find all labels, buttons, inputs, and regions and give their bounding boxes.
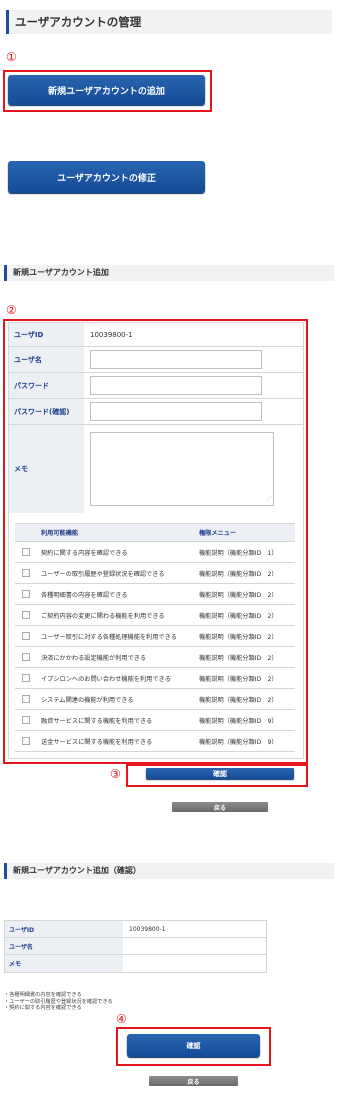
menu-label: 機能説明（機能分類ID 2） — [199, 633, 278, 641]
confirm-row-user-name: ユーザ名 — [5, 938, 266, 955]
confirm-user-id-value: 10039800-1 — [129, 925, 166, 933]
permission-checkbox[interactable] — [22, 548, 30, 556]
function-label: ユーザー取引に対する各種処理機能を利用できる — [41, 633, 177, 641]
password-confirm-row: パスワード(確認) — [9, 399, 303, 425]
function-label: 決済にかかわる設定機能が利用できる — [41, 654, 147, 662]
function-label: 送金サービスに関する機能を利用できる — [41, 738, 153, 746]
permission-checkbox[interactable] — [22, 611, 30, 619]
user-name-label: ユーザ名 — [9, 347, 84, 372]
add-user-form: ユーザID 10039800-1 ユーザ名 パスワード パスワード(確認) メモ… — [8, 322, 304, 759]
function-label: 融資サービスに関する機能を利用できる — [41, 717, 153, 725]
table-row: システム関連の機能が利用できる 機能説明（機能分類ID 2） — [15, 689, 295, 710]
header-permission-menu: 権限メニュー — [199, 530, 237, 537]
confirm-button[interactable]: 確認 — [146, 768, 294, 779]
table-row: 送金サービスに関する機能を利用できる 機能説明（機能分類ID 9） — [15, 731, 295, 752]
memo-label: メモ — [9, 425, 84, 513]
user-id-label: ユーザID — [9, 323, 84, 346]
function-label: ご契約内容の変更に関わる機能を利用できる — [41, 612, 165, 620]
permission-checkbox[interactable] — [22, 737, 30, 745]
resize-grip-icon[interactable]: ⋰ — [265, 496, 271, 503]
table-row: 決済にかかわる設定機能が利用できる 機能説明（機能分類ID 2） — [15, 647, 295, 668]
password-label: パスワード — [9, 373, 84, 398]
selected-function-note: ・各種明細書の内容を確認できる — [4, 992, 82, 998]
function-label: システム関連の機能が利用できる — [41, 696, 134, 704]
function-label: イプシロンへのお問い合わせ機能を利用できる — [41, 675, 171, 683]
confirm-user-name-value — [123, 938, 266, 954]
permission-checkbox[interactable] — [22, 569, 30, 577]
table-row: 契約に関する内容を確認できる 機能説明（機能分類ID 1） — [15, 542, 295, 563]
confirm-user-id-label: ユーザID — [5, 921, 123, 937]
edit-user-account-button[interactable]: ユーザアカウントの修正 — [8, 161, 205, 193]
selected-function-note: ・契約に関する内容を確認できる — [4, 1005, 82, 1012]
header-available-functions: 利用可能機能 — [41, 530, 79, 537]
menu-label: 機能説明（機能分類ID 2） — [199, 570, 278, 578]
menu-label: 機能説明（機能分類ID 2） — [199, 654, 278, 662]
menu-label: 機能説明（機能分類ID 9） — [199, 738, 278, 746]
final-confirm-button[interactable]: 確認 — [127, 1034, 260, 1057]
user-id-value: 10039800-1 — [90, 330, 133, 339]
permission-checkbox[interactable] — [22, 674, 30, 682]
user-id-row: ユーザID 10039800-1 — [9, 323, 303, 347]
user-name-input[interactable] — [90, 350, 262, 369]
confirm-memo-label: メモ — [5, 955, 123, 972]
password-input[interactable] — [90, 376, 262, 395]
permission-checkbox[interactable] — [22, 590, 30, 598]
function-label: 契約に関する内容を確認できる — [41, 549, 128, 557]
user-name-row: ユーザ名 — [9, 347, 303, 373]
memo-row: メモ ⋰ — [9, 425, 303, 513]
function-label: 各種明細書の内容を確認できる — [41, 591, 128, 599]
confirm-row-user-id: ユーザID 10039800-1 — [5, 921, 266, 938]
table-row: 融資サービスに関する機能を利用できる 機能説明（機能分類ID 9） — [15, 710, 295, 731]
marker-1: ① — [6, 50, 17, 64]
permissions-table: 利用可能機能 権限メニュー 契約に関する内容を確認できる機能説明（機能分類ID … — [15, 523, 295, 752]
table-row: ご契約内容の変更に関わる機能を利用できる 機能説明（機能分類ID 2） — [15, 605, 295, 626]
permission-checkbox[interactable] — [22, 653, 30, 661]
permissions-table-header: 利用可能機能 権限メニュー — [15, 524, 295, 542]
password-confirm-input[interactable] — [90, 402, 262, 421]
menu-label: 機能説明（機能分類ID 2） — [199, 675, 278, 683]
menu-label: 機能説明（機能分類ID 1） — [199, 549, 278, 557]
back-button[interactable]: 戻る — [172, 802, 268, 812]
menu-label: 機能説明（機能分類ID 9） — [199, 717, 278, 725]
confirm-table: ユーザID 10039800-1 ユーザ名 メモ — [4, 920, 267, 973]
confirm-memo-value — [123, 955, 266, 972]
table-row: イプシロンへのお問い合わせ機能を利用できる 機能説明（機能分類ID 2） — [15, 668, 295, 689]
memo-textarea[interactable]: ⋰ — [90, 432, 274, 506]
marker-4: ④ — [116, 1012, 127, 1026]
marker-2: ② — [6, 303, 17, 317]
permission-checkbox[interactable] — [22, 695, 30, 703]
table-row: ユーザー取引に対する各種処理機能を利用できる 機能説明（機能分類ID 2） — [15, 626, 295, 647]
menu-label: 機能説明（機能分類ID 2） — [199, 591, 278, 599]
menu-label: 機能説明（機能分類ID 2） — [199, 696, 278, 704]
permission-checkbox[interactable] — [22, 632, 30, 640]
page-title: ユーザアカウントの管理 — [6, 10, 332, 34]
confirm-row-memo: メモ — [5, 955, 266, 972]
marker-3: ③ — [110, 767, 121, 781]
menu-label: 機能説明（機能分類ID 2） — [199, 612, 278, 620]
password-row: パスワード — [9, 373, 303, 399]
table-row: ユーザーの取引履歴や登録状況を確認できる 機能説明（機能分類ID 2） — [15, 563, 295, 584]
final-back-button[interactable]: 戻る — [149, 1076, 238, 1086]
add-form-title: 新規ユーザアカウント追加 — [4, 265, 334, 281]
permission-checkbox[interactable] — [22, 716, 30, 724]
add-user-account-button[interactable]: 新規ユーザアカウントの追加 — [8, 75, 205, 105]
selected-functions-list: ・各種明細書の内容を確認できる ・ユーザーの取引履歴や登録状況を確認できる ・契… — [4, 992, 113, 1012]
confirm-section-title: 新規ユーザアカウント追加（確認） — [4, 863, 334, 879]
password-confirm-label: パスワード(確認) — [9, 399, 84, 424]
function-label: ユーザーの取引履歴や登録状況を確認できる — [41, 570, 165, 578]
confirm-user-name-label: ユーザ名 — [5, 938, 123, 954]
table-row: 各種明細書の内容を確認できる 機能説明（機能分類ID 2） — [15, 584, 295, 605]
